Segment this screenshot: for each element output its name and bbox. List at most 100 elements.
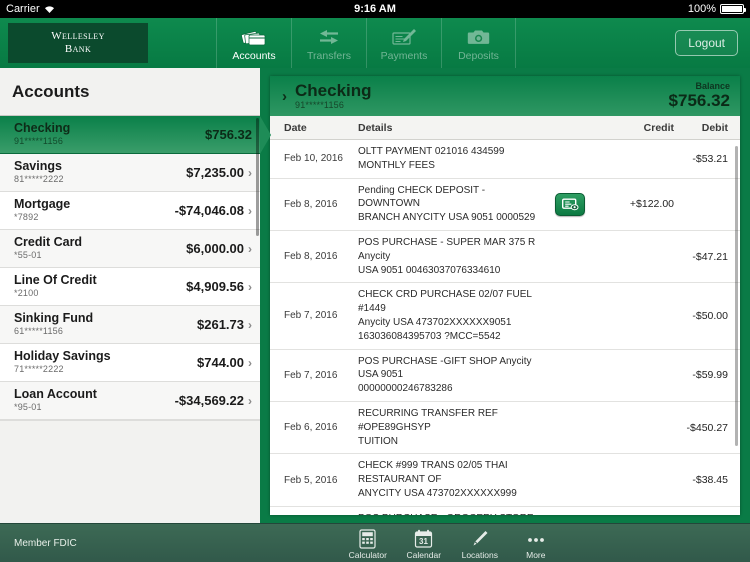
account-row[interactable]: Holiday Savings 71*****2222 $744.00 ›	[0, 344, 260, 382]
arrows-icon	[317, 26, 341, 48]
tab-deposits-label: Deposits	[458, 50, 499, 62]
transaction-details: RECURRING TRANSFER REF #OPE89GHSYP TUITIO…	[358, 407, 498, 447]
transaction-row[interactable]: Feb 8, 2016 Pending CHECK DEPOSIT - DOWNT…	[270, 179, 740, 231]
account-balance: $756.32	[205, 127, 252, 142]
transaction-details: CHECK #999 TRANS 02/05 THAI RESTAURANT O…	[358, 460, 517, 499]
account-number: *2100	[14, 287, 39, 298]
battery-percent-label: 100%	[687, 3, 716, 15]
account-balance: $261.73	[197, 317, 244, 332]
account-row[interactable]: Line Of Credit *2100 $4,909.56 ›	[0, 268, 260, 306]
clock: 9:16 AM	[354, 3, 396, 15]
account-balance: -$34,569.22	[174, 393, 244, 408]
account-info: Sinking Fund 61*****1156	[14, 311, 93, 337]
tab-accounts-label: Accounts	[232, 50, 276, 62]
account-balance: -$74,046.08	[174, 203, 244, 218]
chevron-right-icon: ›	[248, 165, 252, 180]
calculator-icon	[359, 528, 376, 549]
transaction-details: OLTT PAYMENT 021016 434599 MONTHLY FEES	[358, 146, 505, 171]
status-bar-right: 100%	[687, 3, 746, 15]
transaction-row[interactable]: Feb 10, 2016 OLTT PAYMENT 021016 434599 M…	[270, 140, 740, 179]
account-right: $756.32	[205, 127, 252, 142]
status-bar: Carrier 9:16 AM 100%	[0, 0, 750, 18]
transaction-details: Pending CHECK DEPOSIT - DOWNTOWN BRANCH A…	[358, 184, 536, 224]
account-balance: $6,000.00	[186, 241, 244, 256]
toolbar-tools: Calculator 31 Calendar Locations More	[341, 527, 563, 560]
detail-header[interactable]: › Checking 91*****1156 Balance $756.32	[270, 76, 740, 116]
bank-logo: Wellesley Bank	[8, 23, 148, 63]
transaction-details: POS PURCHASE - SUPER MAR 375 R Anycity US…	[358, 236, 536, 276]
pin-pen-icon	[470, 529, 489, 549]
account-row[interactable]: Credit Card *55-01 $6,000.00 ›	[0, 230, 260, 268]
tab-payments-label: Payments	[380, 50, 428, 62]
account-row[interactable]: Savings 81*****2222 $7,235.00 ›	[0, 154, 260, 192]
tab-deposits[interactable]: Deposits	[441, 18, 516, 68]
detail-account-number: 91*****1156	[295, 99, 345, 110]
transaction-debit: -$50.00	[692, 309, 728, 322]
chevron-right-icon: ›	[248, 393, 252, 408]
chevron-right-icon: ›	[248, 203, 252, 218]
transaction-credit: +$122.00	[629, 198, 674, 211]
expand-chevron-icon[interactable]: ›	[278, 88, 295, 105]
tab-transfers[interactable]: Transfers	[291, 18, 366, 68]
transaction-row[interactable]: Feb 8, 2016 POS PURCHASE - SUPER MAR 375 …	[270, 231, 740, 284]
transaction-row[interactable]: Feb 5, 2016 CHECK #999 TRANS 02/05 THAI R…	[270, 454, 740, 507]
account-name: Mortgage	[14, 197, 71, 212]
sidebar-empty-area	[0, 420, 260, 523]
nav-tabs: Accounts Transfers Payments Deposits	[216, 18, 516, 68]
wifi-icon	[44, 4, 55, 14]
logo-line-2: Bank	[64, 43, 92, 55]
tab-payments[interactable]: Payments	[366, 18, 441, 68]
account-row[interactable]: Mortgage *7892 -$74,046.08 ›	[0, 192, 260, 230]
account-balance: $7,235.00	[186, 165, 244, 180]
main-content: Accounts Checking 91*****1156 $756.32 Savin…	[0, 68, 750, 523]
tab-transfers-label: Transfers	[307, 50, 351, 62]
transaction-details: CHECK CRD PURCHASE 02/07 FUEL #1449 Anyci…	[358, 289, 532, 342]
sidebar-header: Accounts	[0, 68, 260, 116]
account-name: Holiday Savings	[14, 349, 111, 364]
transaction-row[interactable]: Feb 6, 2016 RECURRING TRANSFER REF #OPE89…	[270, 402, 740, 455]
transaction-row[interactable]: Feb 7, 2016 CHECK CRD PURCHASE 02/07 FUEL…	[270, 283, 740, 350]
account-name: Checking	[14, 121, 71, 136]
tool-more-label: More	[526, 549, 546, 560]
account-info: Loan Account *95-01	[14, 387, 97, 413]
transaction-row[interactable]: Feb 7, 2016 POS PURCHASE -GIFT SHOP Anyci…	[270, 350, 740, 402]
logout-container: Logout	[675, 18, 750, 68]
account-balance: $4,909.56	[186, 279, 244, 294]
accounts-list: Checking 91*****1156 $756.32 Savings 81*****…	[0, 116, 271, 420]
battery-icon	[720, 4, 746, 14]
bottom-toolbar: Member FDIC Calculator 31 Calendar Locat…	[0, 523, 750, 562]
check-image-icon[interactable]	[555, 192, 585, 216]
transaction-row[interactable]: Feb 5, 2016POS PURCHASE - GROCERY STORE …	[270, 507, 740, 515]
tool-calculator[interactable]: Calculator	[341, 528, 395, 560]
account-right: $7,235.00 ›	[186, 165, 252, 180]
account-row[interactable]: Loan Account *95-01 -$34,569.22 ›	[0, 382, 260, 420]
tool-more[interactable]: More	[509, 529, 563, 560]
account-number: 81*****2222	[14, 173, 64, 184]
account-row[interactable]: Checking 91*****1156 $756.32	[0, 116, 271, 154]
account-number: 61*****1156	[14, 325, 64, 336]
top-navigation-bar: Wellesley Bank Accounts Transfers Paymen…	[0, 18, 750, 68]
account-name: Loan Account	[14, 387, 97, 402]
tab-accounts[interactable]: Accounts	[216, 18, 291, 68]
account-name: Credit Card	[14, 235, 83, 250]
account-right: $744.00 ›	[197, 355, 252, 370]
tool-locations[interactable]: Locations	[453, 529, 507, 560]
account-row[interactable]: Sinking Fund 61*****1156 $261.73 ›	[0, 306, 260, 344]
check-pen-icon	[391, 26, 417, 48]
status-bar-left: Carrier	[6, 3, 55, 15]
chevron-right-icon: ›	[248, 355, 252, 370]
transaction-debit: -$38.45	[692, 474, 728, 487]
chevron-right-icon: ›	[248, 317, 252, 332]
transaction-debit: -$47.21	[692, 250, 728, 263]
logout-button[interactable]: Logout	[675, 30, 738, 56]
transactions-scrollbar[interactable]	[735, 146, 738, 446]
transaction-date: Feb 5, 2016	[284, 474, 338, 486]
tool-calendar[interactable]: 31 Calendar	[397, 529, 451, 560]
chevron-right-icon: ›	[248, 279, 252, 294]
sidebar-scrollbar[interactable]	[256, 118, 259, 236]
account-info: Checking 91*****1156	[14, 121, 71, 147]
transactions-list[interactable]: Feb 10, 2016 OLTT PAYMENT 021016 434599 M…	[270, 140, 740, 515]
account-number: *95-01	[14, 401, 42, 412]
account-info: Mortgage *7892	[14, 197, 71, 223]
